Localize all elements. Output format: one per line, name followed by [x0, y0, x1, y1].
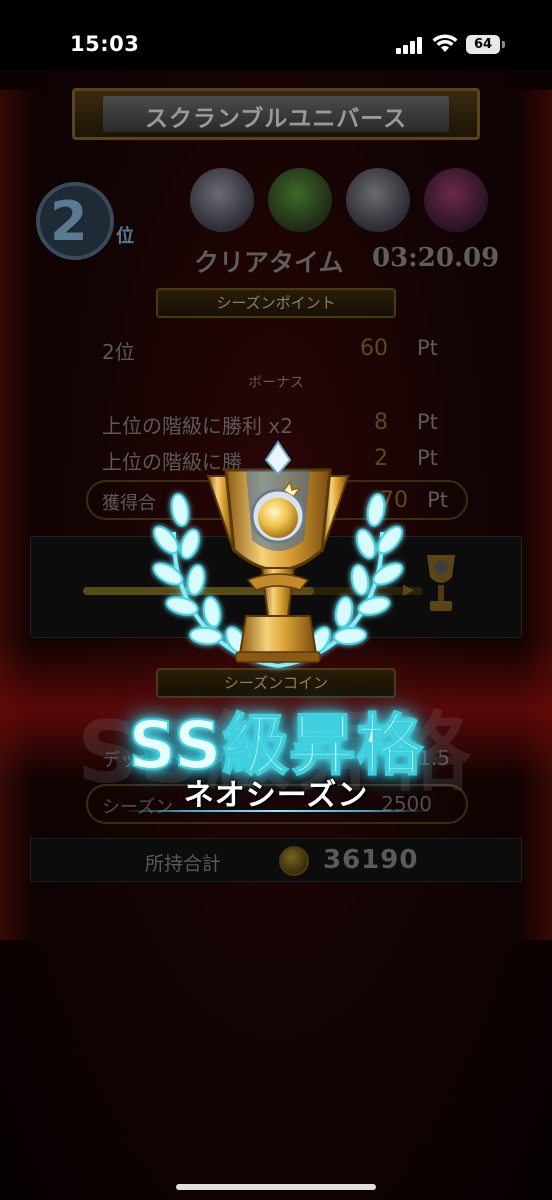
battery-tip [502, 41, 505, 48]
status-time: 15:03 [70, 32, 140, 56]
trophy-icon [152, 440, 404, 668]
status-bar: 15:03 64 [0, 0, 552, 90]
season-name: ネオシーズン [183, 778, 369, 813]
season-underline [124, 810, 428, 812]
home-indicator[interactable] [176, 1184, 376, 1190]
signal-icon [396, 36, 424, 54]
battery-icon: 64 [466, 35, 500, 54]
promotion-overlay[interactable]: SS級昇格 SS級昇格 ネオシーズン [0, 0, 552, 1200]
wifi-icon [432, 34, 458, 52]
